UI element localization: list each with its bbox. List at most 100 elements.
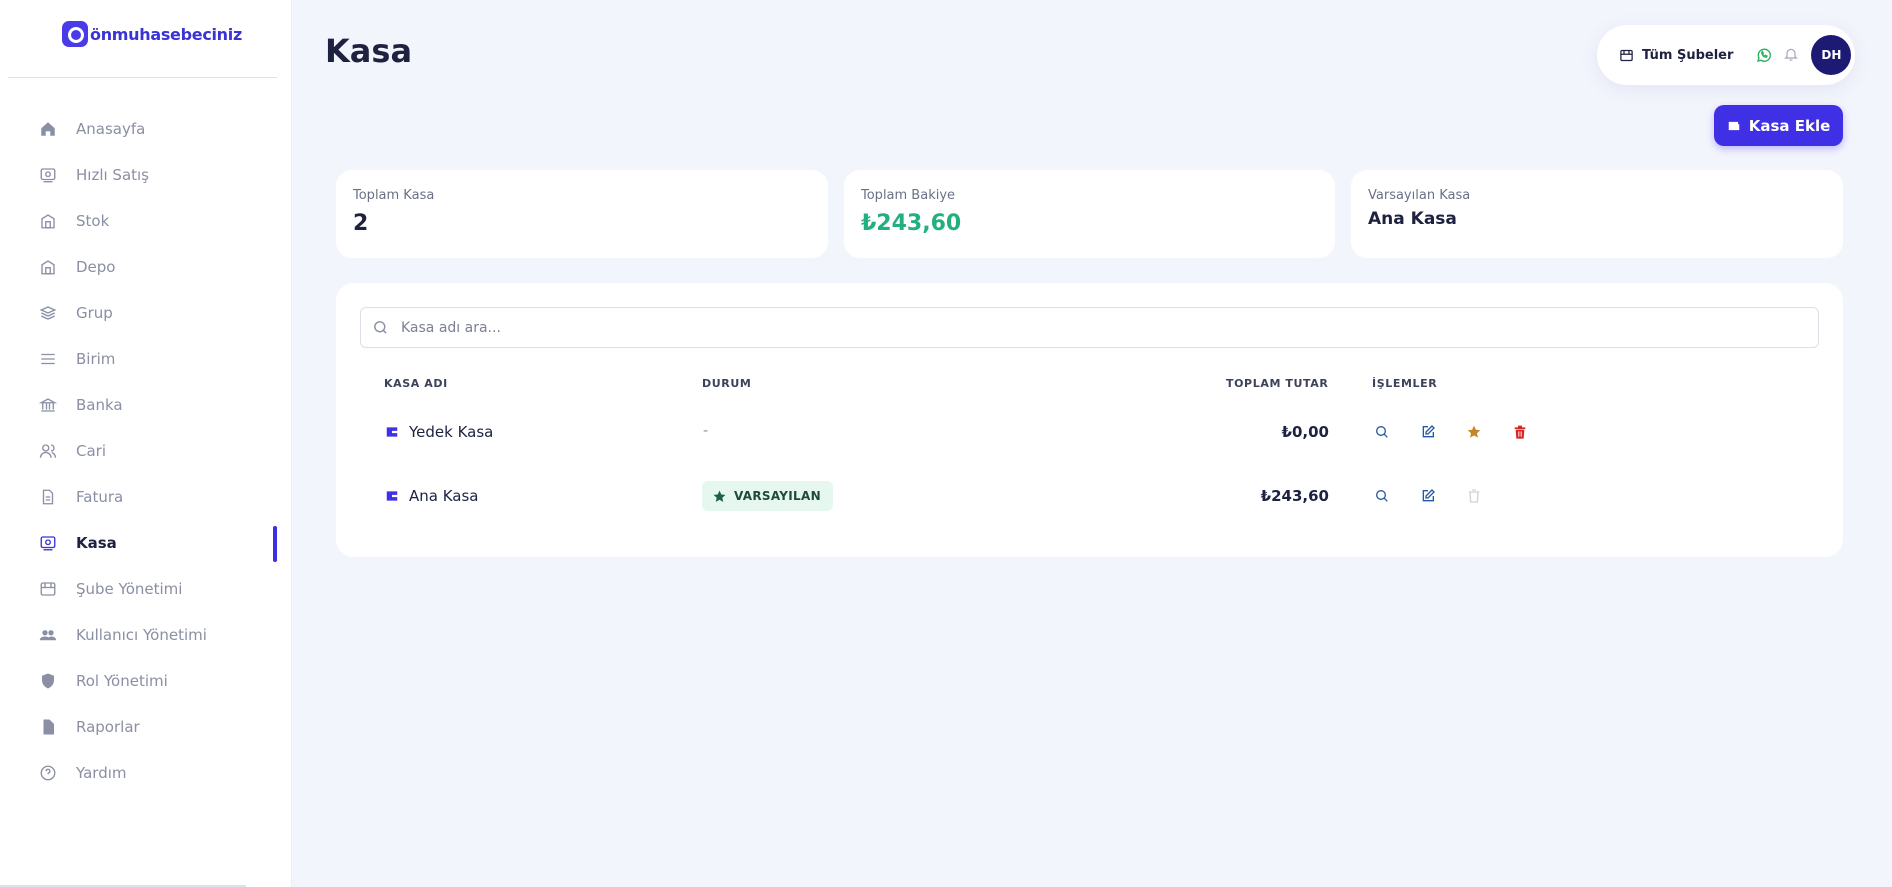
- edit-icon: [1422, 489, 1435, 502]
- kasa-status: -: [703, 423, 709, 439]
- sidebar-item-label: Anasayfa: [76, 120, 146, 138]
- sidebar-item-rol-yonetimi[interactable]: Rol Yönetimi: [0, 658, 292, 704]
- stat-label: Toplam Bakiye: [861, 188, 956, 203]
- sidebar-item-label: Hızlı Satış: [76, 166, 150, 184]
- sidebar-item-label: Banka: [76, 396, 123, 414]
- set-default-button[interactable]: [1463, 421, 1485, 443]
- sidebar-item-label: Cari: [76, 442, 106, 460]
- sidebar-item-label: Şube Yönetimi: [76, 580, 183, 598]
- home-icon: [38, 119, 58, 139]
- trash-icon: [1514, 425, 1526, 439]
- column-header-actions: İŞLEMLER: [1372, 377, 1438, 390]
- users-icon: [38, 441, 58, 461]
- sidebar: önmuhasebeciniz Anasayfa Hızlı Satış Sto…: [0, 0, 292, 887]
- stat-value: Ana Kasa: [1368, 209, 1457, 229]
- table-row[interactable]: Ana Kasa VARSAYILAN ₺243,60: [360, 465, 1819, 529]
- sidebar-item-label: Yardım: [76, 764, 127, 782]
- bell-icon[interactable]: [1783, 46, 1801, 64]
- stat-card-default-kasa: Varsayılan Kasa Ana Kasa: [1351, 170, 1843, 258]
- warehouse-icon: [38, 257, 58, 277]
- default-badge: VARSAYILAN: [702, 481, 833, 511]
- row-actions: [1371, 485, 1509, 507]
- delete-button[interactable]: [1509, 421, 1531, 443]
- bank-icon: [38, 395, 58, 415]
- sidebar-item-cari[interactable]: Cari: [0, 428, 292, 474]
- sidebar-item-label: Rol Yönetimi: [76, 672, 168, 690]
- sidebar-item-stok[interactable]: Stok: [0, 198, 292, 244]
- sidebar-item-label: Depo: [76, 258, 116, 276]
- logo-mark-icon: [62, 21, 88, 47]
- invoice-icon: [38, 487, 58, 507]
- sidebar-item-anasayfa[interactable]: Anasayfa: [0, 106, 292, 152]
- kasa-total: ₺0,00: [1281, 423, 1329, 441]
- register-icon: [38, 165, 58, 185]
- stat-label: Varsayılan Kasa: [1368, 188, 1471, 203]
- kasa-name-cell: Yedek Kasa: [385, 423, 493, 441]
- sidebar-item-sube-yonetimi[interactable]: Şube Yönetimi: [0, 566, 292, 612]
- star-icon: [1467, 425, 1481, 438]
- wallet-icon: [1728, 121, 1739, 130]
- star-icon: [713, 490, 726, 502]
- kasa-name-cell: Ana Kasa: [385, 487, 479, 505]
- avatar[interactable]: DH: [1811, 35, 1852, 75]
- sidebar-item-fatura[interactable]: Fatura: [0, 474, 292, 520]
- sidebar-divider: [8, 77, 277, 78]
- sidebar-item-depo[interactable]: Depo: [0, 244, 292, 290]
- view-button[interactable]: [1371, 421, 1393, 443]
- brand-logo[interactable]: önmuhasebeciniz: [62, 20, 242, 48]
- sidebar-item-label: Birim: [76, 350, 116, 368]
- wallet-icon: [386, 427, 398, 437]
- stat-value: ₺243,60: [861, 211, 962, 236]
- sidebar-item-label: Grup: [76, 304, 113, 322]
- sidebar-item-birim[interactable]: Birim: [0, 336, 292, 382]
- edit-icon: [1422, 425, 1435, 438]
- search-icon: [374, 321, 387, 334]
- sidebar-item-banka[interactable]: Banka: [0, 382, 292, 428]
- whatsapp-icon[interactable]: [1755, 46, 1773, 64]
- table-row[interactable]: Yedek Kasa - ₺0,00: [360, 401, 1819, 465]
- menu-icon: [38, 349, 58, 369]
- column-header-name[interactable]: KASA ADI: [384, 377, 448, 390]
- sidebar-item-hizli-satis[interactable]: Hızlı Satış: [0, 152, 292, 198]
- view-button[interactable]: [1371, 485, 1393, 507]
- branch-label: Tüm Şubeler: [1642, 47, 1734, 63]
- sidebar-item-label: Fatura: [76, 488, 124, 506]
- cash-register-icon: [38, 533, 58, 553]
- page-title: Kasa: [325, 32, 413, 70]
- search-icon: [1376, 490, 1388, 502]
- badge-label: VARSAYILAN: [734, 489, 821, 503]
- kasa-table-panel: KASA ADI DURUM TOPLAM TUTAR İŞLEMLER Yed…: [336, 283, 1843, 557]
- layers-icon: [38, 303, 58, 323]
- sidebar-item-yardim[interactable]: Yardım: [0, 750, 292, 796]
- row-actions: [1371, 421, 1555, 443]
- sidebar-item-label: Raporlar: [76, 718, 140, 736]
- edit-button[interactable]: [1417, 421, 1439, 443]
- sidebar-item-kullanici-yonetimi[interactable]: Kullanıcı Yönetimi: [0, 612, 292, 658]
- add-kasa-button[interactable]: Kasa Ekle: [1714, 105, 1843, 146]
- sidebar-item-label: Stok: [76, 212, 110, 230]
- store-icon: [1620, 49, 1633, 61]
- search-input[interactable]: [401, 319, 1801, 336]
- add-kasa-label: Kasa Ekle: [1748, 116, 1831, 135]
- column-header-total[interactable]: TOPLAM TUTAR: [1226, 377, 1328, 390]
- wallet-icon: [386, 491, 398, 501]
- column-header-status[interactable]: DURUM: [702, 377, 751, 390]
- branch-icon: [38, 579, 58, 599]
- top-toolbar: Tüm Şubeler DH: [1597, 25, 1855, 85]
- group-icon: [38, 625, 58, 645]
- help-icon: [38, 763, 58, 783]
- store-icon: [38, 211, 58, 231]
- sidebar-item-label: Kasa: [76, 534, 117, 552]
- edit-button[interactable]: [1417, 485, 1439, 507]
- sidebar-item-grup[interactable]: Grup: [0, 290, 292, 336]
- stat-label: Toplam Kasa: [353, 188, 435, 203]
- sidebar-item-kasa[interactable]: Kasa: [0, 520, 292, 566]
- file-icon: [38, 717, 58, 737]
- branch-selector-button[interactable]: Tüm Şubeler: [1619, 48, 1733, 63]
- stat-card-total-kasa: Toplam Kasa 2: [336, 170, 828, 258]
- shield-icon: [38, 671, 58, 691]
- kasa-name: Yedek Kasa: [409, 423, 494, 441]
- sidebar-item-raporlar[interactable]: Raporlar: [0, 704, 292, 750]
- delete-button-disabled: [1463, 485, 1485, 507]
- trash-icon: [1468, 489, 1480, 503]
